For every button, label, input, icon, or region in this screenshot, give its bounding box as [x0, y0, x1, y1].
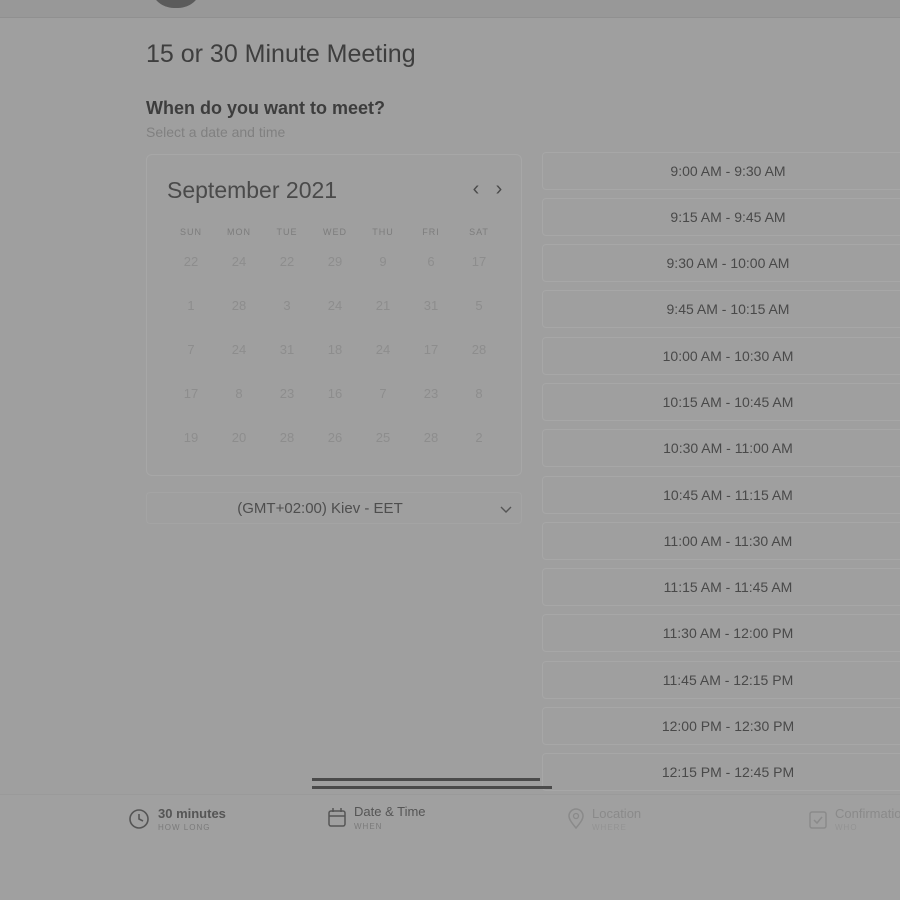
step-sublabel: WHERE — [592, 823, 627, 832]
calendar-day[interactable]: 28 — [414, 425, 448, 451]
time-slot[interactable]: 11:00 AM - 11:30 AM — [542, 522, 900, 560]
step-label: Confirmation — [835, 806, 900, 821]
top-header — [0, 0, 900, 18]
calendar-day[interactable]: 17 — [174, 381, 208, 407]
calendar-day[interactable]: 17 — [462, 249, 496, 275]
calendar-day[interactable]: 19 — [174, 425, 208, 451]
progress-line — [312, 778, 540, 781]
avatar — [150, 0, 202, 8]
calendar-day[interactable]: 17 — [414, 337, 448, 363]
calendar-day[interactable]: 28 — [222, 293, 256, 319]
time-slot[interactable]: 11:45 AM - 12:15 PM — [542, 661, 900, 699]
time-slot[interactable]: 9:00 AM - 9:30 AM — [542, 152, 900, 190]
calendar-day[interactable]: 3 — [270, 293, 304, 319]
step-bar: 30 minutes HOW LONG Date & Time WHEN Loc… — [0, 794, 900, 900]
step-sublabel: WHEN — [354, 822, 383, 831]
calendar-day[interactable]: 20 — [222, 425, 256, 451]
prev-month-button[interactable]: ‹ — [467, 179, 485, 201]
calendar-day[interactable]: 8 — [462, 381, 496, 407]
time-slot-label: 10:15 AM - 10:45 AM — [662, 394, 794, 410]
calendar-day[interactable]: 1 — [174, 293, 208, 319]
weekday-thu: THU — [372, 227, 394, 237]
step-progress-indicator — [312, 775, 552, 791]
calendar-day[interactable]: 31 — [270, 337, 304, 363]
calendar-day[interactable]: 24 — [318, 293, 352, 319]
time-slot-label: 9:45 AM - 10:15 AM — [666, 301, 790, 317]
calendar-day[interactable]: 5 — [462, 293, 496, 319]
clock-icon — [129, 809, 149, 829]
time-slot[interactable]: 10:15 AM - 10:45 AM — [542, 383, 900, 421]
calendar-day[interactable]: 28 — [270, 425, 304, 451]
time-slot-label: 9:00 AM - 9:30 AM — [670, 163, 786, 179]
time-slot-label: 11:45 AM - 12:15 PM — [662, 672, 794, 688]
calendar-day[interactable]: 26 — [318, 425, 352, 451]
time-slot-label: 12:00 PM - 12:30 PM — [661, 718, 795, 734]
time-slot-label: 10:30 AM - 11:00 AM — [663, 440, 793, 456]
weekday-tue: TUE — [276, 227, 298, 237]
time-slot[interactable]: 9:45 AM - 10:15 AM — [542, 290, 900, 328]
time-slot[interactable]: 10:45 AM - 11:15 AM — [542, 476, 900, 514]
weekday-wed: WED — [323, 227, 347, 237]
time-slot[interactable]: 11:15 AM - 11:45 AM — [542, 568, 900, 606]
instruction-text: Select a date and time — [146, 124, 286, 140]
time-slot[interactable]: 10:00 AM - 10:30 AM — [542, 337, 900, 375]
calendar-day[interactable]: 24 — [366, 337, 400, 363]
weekday-fri: FRI — [422, 227, 440, 237]
calendar-day[interactable]: 31 — [414, 293, 448, 319]
time-slot[interactable]: 10:30 AM - 11:00 AM — [542, 429, 900, 467]
time-slot[interactable]: 12:15 PM - 12:45 PM — [542, 753, 900, 791]
calendar-day[interactable]: 7 — [174, 337, 208, 363]
calendar-day[interactable]: 23 — [270, 381, 304, 407]
time-slot-label: 10:45 AM - 11:15 AM — [663, 487, 793, 503]
step-sublabel: HOW LONG — [158, 823, 211, 832]
step-label: Location — [592, 806, 642, 821]
header-text — [212, 0, 508, 6]
step-label: Date & Time — [354, 804, 426, 819]
calendar-day[interactable]: 29 — [318, 249, 352, 275]
calendar-day[interactable]: 9 — [366, 249, 400, 275]
calendar-day[interactable]: 22 — [270, 249, 304, 275]
time-slot-label: 10:00 AM - 10:30 AM — [662, 348, 794, 364]
calendar-day[interactable]: 18 — [318, 337, 352, 363]
calendar-day[interactable]: 7 — [366, 381, 400, 407]
time-slot-label: 9:15 AM - 9:45 AM — [670, 209, 786, 225]
time-slot[interactable]: 11:30 AM - 12:00 PM — [542, 614, 900, 652]
time-slot-label: 11:15 AM - 11:45 AM — [663, 579, 793, 595]
time-slot-label: 12:15 PM - 12:45 PM — [661, 764, 795, 780]
calendar-day[interactable]: 2 — [462, 425, 496, 451]
weekday-mon: MON — [227, 227, 251, 237]
calendar-day[interactable]: 28 — [462, 337, 496, 363]
calendar-day[interactable]: 22 — [174, 249, 208, 275]
calendar-day[interactable]: 21 — [366, 293, 400, 319]
step-label: 30 minutes — [158, 806, 226, 821]
calendar-month-label: September 2021 — [167, 177, 338, 203]
calendar: September 2021 ‹ › SUN MON TUE WED THU F… — [146, 154, 522, 476]
confirm-icon — [809, 811, 827, 829]
calendar-day[interactable]: 23 — [414, 381, 448, 407]
progress-line — [312, 786, 552, 789]
time-slot[interactable]: 9:15 AM - 9:45 AM — [542, 198, 900, 236]
time-slot[interactable]: 9:30 AM - 10:00 AM — [542, 244, 900, 282]
calendar-day[interactable]: 24 — [222, 249, 256, 275]
time-slot-label: 11:00 AM - 11:30 AM — [663, 533, 793, 549]
timezone-select[interactable]: (GMT+02:00) Kiev - EET — [146, 492, 522, 524]
time-slot[interactable]: 12:00 PM - 12:30 PM — [542, 707, 900, 745]
calendar-day[interactable]: 25 — [366, 425, 400, 451]
location-pin-icon — [568, 808, 584, 830]
calendar-day[interactable]: 16 — [318, 381, 352, 407]
weekday-sun: SUN — [179, 227, 202, 237]
calendar-day[interactable]: 6 — [414, 249, 448, 275]
question-heading: When do you want to meet? — [146, 98, 385, 118]
calendar-day[interactable]: 8 — [222, 381, 256, 407]
time-slot-label: 9:30 AM - 10:00 AM — [666, 255, 790, 271]
timezone-label: (GMT+02:00) Kiev - EET — [237, 500, 403, 517]
weekday-sat: SAT — [469, 227, 489, 237]
time-slot-label: 11:30 AM - 12:00 PM — [662, 625, 794, 641]
calendar-day[interactable]: 24 — [222, 337, 256, 363]
calendar-icon — [328, 808, 346, 827]
step-sublabel: WHO — [835, 823, 858, 832]
booking-page: 15 or 30 Minute Meeting When do you want… — [0, 0, 900, 900]
meeting-title: 15 or 30 Minute Meeting — [146, 40, 416, 68]
